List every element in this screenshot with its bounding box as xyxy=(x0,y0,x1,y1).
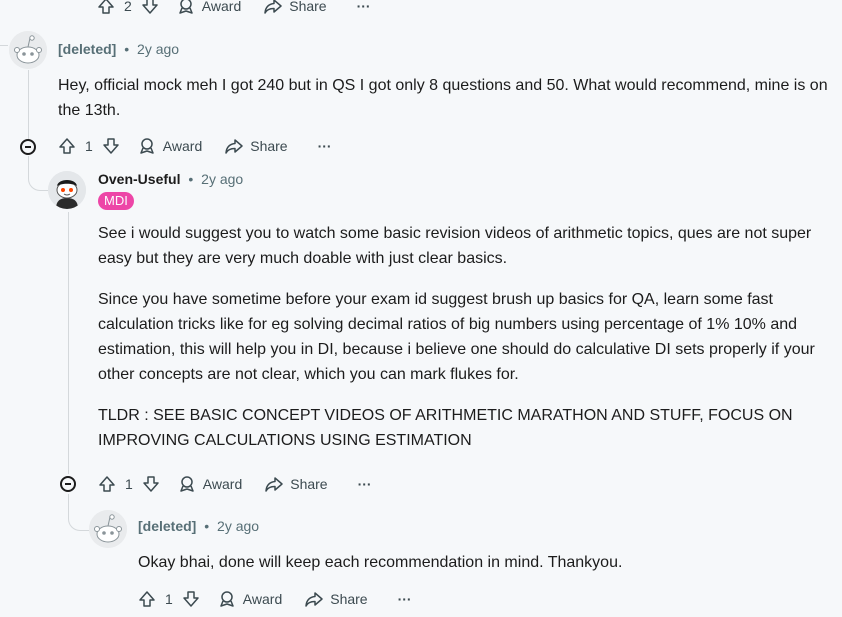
more-options-button[interactable]: ··· xyxy=(357,0,371,14)
downvote-icon xyxy=(101,136,121,156)
award-label: Award xyxy=(201,0,242,14)
comment-paragraph: Okay bhai, done will keep each recommend… xyxy=(138,554,623,571)
comment-paragraph: See i would suggest you to watch some ba… xyxy=(98,225,812,267)
downvote-icon xyxy=(181,589,201,609)
downvote-button[interactable] xyxy=(101,136,121,156)
award-button[interactable]: Award xyxy=(217,589,282,609)
upvote-icon xyxy=(97,474,117,494)
downvote-icon xyxy=(140,0,160,16)
award-icon xyxy=(176,0,196,16)
downvote-button[interactable] xyxy=(141,474,161,494)
award-icon xyxy=(217,589,237,609)
avatar[interactable] xyxy=(48,171,86,209)
vote-count: 1 xyxy=(165,591,173,607)
award-icon xyxy=(177,474,197,494)
share-icon xyxy=(304,589,324,609)
comment-paragraph: TLDR : SEE BASIC CONCEPT VIDEOS OF ARITH… xyxy=(98,407,793,449)
vote-count: 1 xyxy=(125,476,133,492)
comment-body: Okay bhai, done will keep each recommend… xyxy=(138,550,828,589)
thread-curve xyxy=(28,160,49,191)
comment-paragraph: Hey, official mock meh I got 240 but in … xyxy=(58,77,828,119)
snoo-avatar-icon xyxy=(9,31,47,69)
upvote-icon xyxy=(137,589,157,609)
award-button[interactable]: Award xyxy=(177,474,242,494)
share-label: Share xyxy=(289,0,327,14)
comment-paragraph: Since you have sometime before your exam… xyxy=(98,291,815,383)
award-button[interactable]: Award xyxy=(176,0,241,16)
comment-timestamp[interactable]: 2y ago xyxy=(137,41,179,57)
collapse-thread-button[interactable] xyxy=(60,476,76,492)
award-label: Award xyxy=(162,138,203,154)
top-action-bar: 2 Award Share ··· xyxy=(96,0,371,18)
comment-action-bar: 1 Award Share ··· xyxy=(97,472,372,496)
avatar[interactable] xyxy=(9,31,47,69)
share-button[interactable]: Share xyxy=(263,0,327,16)
more-options-button[interactable]: ··· xyxy=(358,476,372,492)
upvote-button[interactable] xyxy=(96,0,116,16)
separator-dot: • xyxy=(124,41,130,57)
thread-curve xyxy=(68,494,89,531)
thread-line xyxy=(28,70,29,140)
user-flair-badge: MDI xyxy=(98,192,134,210)
comment-author[interactable]: Oven-Useful xyxy=(98,171,180,187)
thread-line xyxy=(0,45,8,46)
share-button[interactable]: Share xyxy=(304,589,368,609)
downvote-button[interactable] xyxy=(140,0,160,16)
award-icon xyxy=(137,136,157,156)
collapse-thread-button[interactable] xyxy=(20,139,36,155)
share-label: Share xyxy=(330,591,368,607)
comment-action-bar: 1 Award Share ··· xyxy=(57,134,332,158)
snoo-avatar-icon xyxy=(89,510,127,548)
upvote-button[interactable] xyxy=(97,474,117,494)
upvote-button[interactable] xyxy=(137,589,157,609)
avatar[interactable] xyxy=(89,510,127,548)
comment-meta: Oven-Useful • 2y ago xyxy=(98,171,243,187)
separator-dot: • xyxy=(204,518,210,534)
share-icon xyxy=(263,0,283,16)
award-label: Award xyxy=(202,476,243,492)
upvote-button[interactable] xyxy=(57,136,77,156)
share-button[interactable]: Share xyxy=(224,136,288,156)
share-label: Share xyxy=(250,138,288,154)
comment-author[interactable]: [deleted] xyxy=(138,518,196,534)
comment-meta: [deleted] • 2y ago xyxy=(138,518,259,534)
upvote-icon xyxy=(57,136,77,156)
comment-body: Hey, official mock meh I got 240 but in … xyxy=(58,73,828,137)
separator-dot: • xyxy=(188,171,194,187)
thread-line xyxy=(68,212,69,474)
comment-timestamp[interactable]: 2y ago xyxy=(201,171,243,187)
downvote-icon xyxy=(141,474,161,494)
upvote-icon xyxy=(96,0,116,16)
more-options-button[interactable]: ··· xyxy=(318,138,332,154)
share-button[interactable]: Share xyxy=(264,474,328,494)
comment-action-bar: 1 Award Share ··· xyxy=(137,587,412,611)
vote-count: 1 xyxy=(85,138,93,154)
comment-timestamp[interactable]: 2y ago xyxy=(217,518,259,534)
comment-meta: [deleted] • 2y ago xyxy=(58,41,179,57)
comment-author[interactable]: [deleted] xyxy=(58,41,116,57)
share-icon xyxy=(264,474,284,494)
award-label: Award xyxy=(242,591,283,607)
vote-count: 2 xyxy=(124,0,132,14)
downvote-button[interactable] xyxy=(181,589,201,609)
comment-body: See i would suggest you to watch some ba… xyxy=(98,221,833,467)
share-icon xyxy=(224,136,244,156)
more-options-button[interactable]: ··· xyxy=(398,591,412,607)
award-button[interactable]: Award xyxy=(137,136,202,156)
share-label: Share xyxy=(290,476,328,492)
user-avatar-icon xyxy=(48,171,86,209)
